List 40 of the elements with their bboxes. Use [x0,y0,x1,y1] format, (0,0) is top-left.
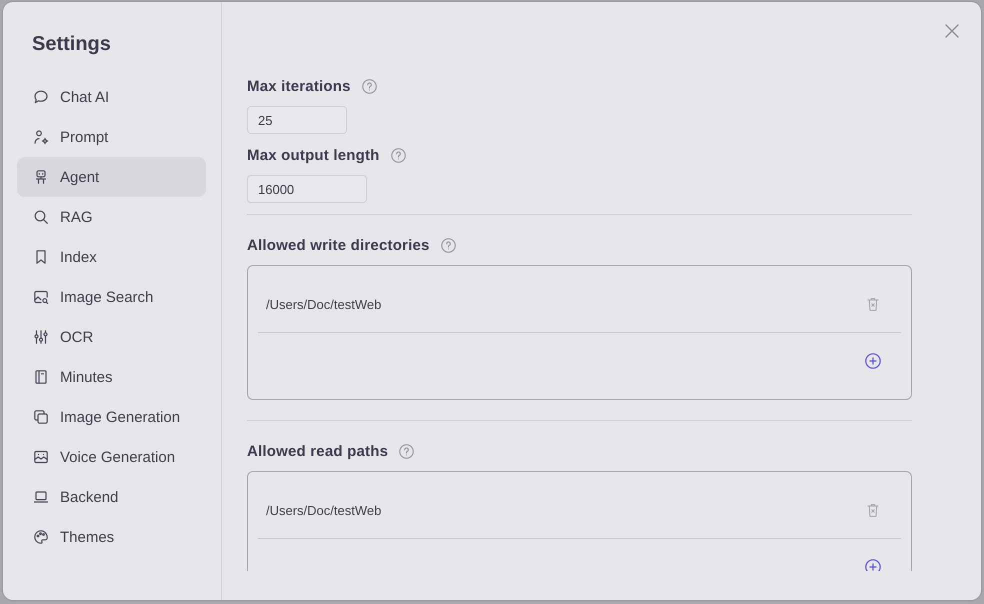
notebook-icon [33,369,49,385]
question-circle-icon[interactable] [440,238,456,252]
user-gear-icon [33,129,49,145]
field-label: Allowed read paths [247,442,388,460]
number-field[interactable]: 16000 [247,175,367,203]
field-label: Max output length [247,146,380,164]
sidebar-item[interactable]: Index [17,237,206,277]
sidebar-item[interactable]: Prompt [17,117,206,157]
path-text: /Users/Doc/testWeb [266,502,382,518]
sidebar-item[interactable]: Minutes [17,357,206,397]
sidebar-item[interactable]: RAG [17,197,206,237]
question-circle-icon[interactable] [399,444,414,458]
robot-icon [33,169,49,185]
sidebar-item[interactable]: Agent [17,157,206,197]
sidebar-item[interactable]: OCR [17,317,206,357]
field-label: Max iterations [247,78,351,94]
sidebar-item[interactable]: Voice Generation [17,437,206,477]
question-circle-icon[interactable] [390,148,406,162]
trash-icon[interactable] [867,503,879,517]
image-search-icon [33,289,49,305]
field-label: Allowed write directories [247,236,430,254]
picture-frame-icon [33,449,49,465]
question-circle-icon[interactable] [362,78,377,94]
plus-circle-icon[interactable] [865,353,881,369]
trash-icon[interactable] [867,297,879,311]
path-text: /Users/Doc/testWeb [266,296,382,312]
sliders-icon [33,329,49,345]
sidebar-item[interactable]: Backend [17,477,206,517]
sidebar-item[interactable]: Chat AI [17,77,206,117]
search-icon [33,209,49,225]
copy-icon [33,409,49,425]
close-icon[interactable] [945,24,959,38]
sidebar-item[interactable]: Image Generation [17,397,206,437]
sidebar-item[interactable]: Image Search [17,277,206,317]
sidebar-title: Settings [31,32,112,56]
laptop-icon [33,489,49,505]
chat-bubble-icon [33,89,49,105]
sidebar-item[interactable]: Themes [17,517,206,557]
number-field[interactable]: 25 [247,106,347,134]
palette-icon [33,529,49,545]
